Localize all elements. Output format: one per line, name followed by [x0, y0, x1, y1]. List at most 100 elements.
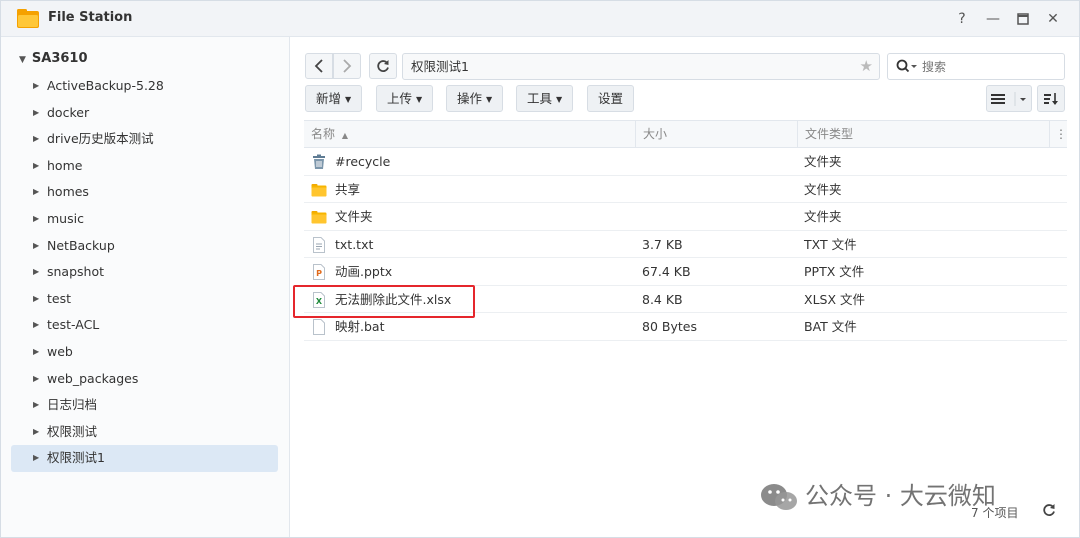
path-bar[interactable]: 权限测试1 ★: [402, 53, 880, 80]
sidebar-item[interactable]: ▶ 日志归档: [11, 392, 278, 419]
sidebar-item-label: test-ACL: [47, 317, 100, 333]
file-type: BAT 文件: [804, 319, 857, 334]
sidebar-item[interactable]: ▶ 权限测试: [11, 419, 278, 446]
tools-label: 工具: [527, 91, 553, 106]
action-button[interactable]: 操作 ▼: [446, 85, 504, 112]
table-row[interactable]: 共享 文件夹: [304, 176, 1067, 203]
upload-button[interactable]: 上传 ▼: [376, 85, 434, 112]
tree-root-label: SA3610: [31, 51, 88, 66]
search-box[interactable]: [887, 53, 1065, 80]
caret-down-icon[interactable]: ▼: [19, 55, 26, 65]
caret-right-icon[interactable]: ▶: [33, 312, 39, 338]
sidebar-item-label: docker: [47, 104, 90, 120]
sidebar-item-label: web: [47, 343, 73, 359]
sidebar-item[interactable]: ▶ web_packages: [11, 366, 278, 393]
file-size: 67.4 KB: [642, 264, 691, 279]
sort-button[interactable]: [1037, 85, 1065, 112]
pptx-file-icon: P: [311, 264, 327, 280]
star-icon[interactable]: ★: [860, 54, 873, 79]
maximize-button[interactable]: [1013, 9, 1033, 29]
sidebar-item-label: NetBackup: [47, 237, 115, 253]
text-file-icon: [311, 236, 327, 253]
file-station-app-icon: [17, 9, 39, 28]
close-button[interactable]: ✕: [1043, 9, 1063, 29]
column-header-type[interactable]: 文件类型: [797, 121, 1049, 148]
caret-right-icon[interactable]: ▶: [33, 179, 39, 205]
folder-tree-list: ▶ ActiveBackup-5.28 ▶ docker ▶ drive历史版本测试 ▶ ho…: [11, 73, 278, 472]
refresh-button[interactable]: [369, 53, 397, 79]
table-row[interactable]: 文件夹 文件夹: [304, 203, 1067, 231]
action-label: 操作: [457, 91, 483, 106]
back-button[interactable]: [305, 53, 333, 79]
table-row[interactable]: #recycle 文件夹: [304, 148, 1067, 176]
create-button[interactable]: 新增 ▼: [305, 85, 363, 112]
column-header-size[interactable]: 大小: [635, 121, 797, 148]
upload-label: 上传: [387, 91, 413, 106]
file-size: 8.4 KB: [642, 291, 683, 307]
sidebar-item[interactable]: ▶ docker: [11, 100, 278, 127]
recycle-bin-icon: [311, 154, 327, 170]
caret-down-icon: ▼: [556, 95, 563, 104]
tree-root-sa3610[interactable]: ▼ SA3610: [19, 51, 88, 66]
caret-right-icon[interactable]: ▶: [33, 126, 39, 152]
caret-right-icon[interactable]: ▶: [33, 419, 39, 445]
sidebar-item[interactable]: ▶ snapshot: [11, 259, 278, 286]
sidebar-item[interactable]: ▶ homes: [11, 179, 278, 206]
file-type: 文件夹: [804, 154, 842, 169]
caret-right-icon[interactable]: ▶: [33, 73, 39, 99]
caret-down-icon: ▼: [486, 95, 493, 104]
sidebar-item-label: 权限测试: [47, 423, 98, 439]
create-label: 新增: [316, 91, 342, 106]
minimize-button[interactable]: —: [983, 9, 1003, 29]
folder-icon: [311, 209, 327, 225]
caret-right-icon[interactable]: ▶: [33, 233, 39, 259]
caret-right-icon[interactable]: ▶: [33, 392, 39, 418]
help-button[interactable]: ?: [952, 9, 972, 29]
caret-right-icon[interactable]: ▶: [33, 286, 39, 312]
table-header: 名称 ▲ 大小 文件类型 ⋮: [304, 120, 1067, 148]
footer-refresh-icon[interactable]: [1042, 503, 1056, 521]
list-view-icon: [991, 92, 1026, 106]
sidebar-item-label: 日志归档: [47, 397, 98, 413]
caret-right-icon[interactable]: ▶: [33, 259, 39, 285]
item-count: 7 个项目: [971, 506, 1019, 520]
sidebar-item[interactable]: ▶ home: [11, 153, 278, 180]
tools-button[interactable]: 工具 ▼: [516, 85, 574, 112]
window-title: File Station: [48, 10, 133, 25]
caret-right-icon[interactable]: ▶: [33, 153, 39, 179]
forward-button[interactable]: [333, 53, 361, 79]
sidebar-item[interactable]: ▶ test: [11, 286, 278, 313]
caret-right-icon[interactable]: ▶: [33, 445, 39, 471]
sidebar-item[interactable]: ▶ drive历史版本测试: [11, 126, 278, 153]
caret-right-icon[interactable]: ▶: [33, 339, 39, 365]
sidebar-item-label: home: [47, 157, 83, 173]
table-row[interactable]: P 动画.pptx 67.4 KB PPTX 文件: [304, 258, 1067, 286]
bat-file-icon: [311, 319, 327, 335]
sidebar-item[interactable]: ▶ 权限测试1: [11, 445, 278, 472]
file-name: 动画.pptx: [335, 264, 393, 279]
sort-asc-icon: ▲: [341, 131, 348, 140]
caret-right-icon[interactable]: ▶: [33, 206, 39, 232]
view-mode-button[interactable]: [986, 85, 1032, 112]
caret-down-icon: ▼: [416, 95, 423, 104]
column-options-icon[interactable]: ⋮: [1049, 121, 1067, 148]
caret-down-icon: ▼: [345, 95, 352, 104]
settings-button[interactable]: 设置: [587, 85, 635, 112]
sidebar-item[interactable]: ▶ ActiveBackup-5.28: [11, 73, 278, 100]
caret-right-icon[interactable]: ▶: [33, 100, 39, 126]
search-icon[interactable]: [896, 54, 918, 79]
sidebar-item[interactable]: ▶ web: [11, 339, 278, 366]
caret-right-icon[interactable]: ▶: [33, 366, 39, 392]
column-size-label: 大小: [643, 127, 668, 141]
file-name: txt.txt: [335, 236, 374, 252]
folder-tree-sidebar: ▼ SA3610 ▶ ActiveBackup-5.28 ▶ docker ▶ drive历…: [1, 37, 290, 537]
sidebar-item[interactable]: ▶ test-ACL: [11, 312, 278, 339]
sidebar-item[interactable]: ▶ NetBackup: [11, 233, 278, 260]
file-size: 3.7 KB: [642, 236, 683, 252]
column-header-name[interactable]: 名称 ▲: [304, 121, 635, 148]
file-type: XLSX 文件: [804, 291, 865, 307]
sidebar-item[interactable]: ▶ music: [11, 206, 278, 233]
search-input[interactable]: [922, 57, 1052, 76]
table-row[interactable]: txt.txt 3.7 KB TXT 文件: [304, 231, 1067, 258]
highlight-annotation-box: [293, 285, 475, 318]
